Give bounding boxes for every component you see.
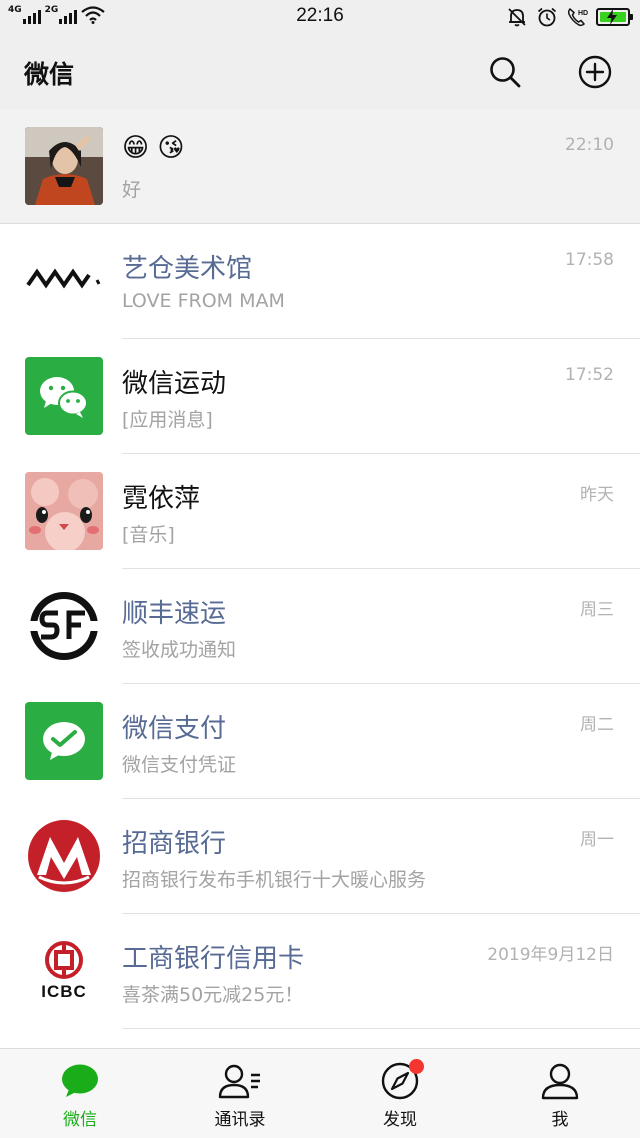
chat-bubble-icon bbox=[58, 1061, 102, 1101]
page-title: 微信 bbox=[24, 60, 75, 89]
chat-row[interactable]: 艺仓美术馆 LOVE FROM MAM 17:58 bbox=[0, 224, 640, 339]
chat-bubbles-icon bbox=[40, 377, 88, 418]
search-icon bbox=[490, 57, 521, 88]
person-icon bbox=[538, 1061, 582, 1101]
mute-bell-icon bbox=[508, 8, 526, 27]
photo-avatar-image bbox=[25, 127, 103, 205]
plus-circle-icon bbox=[578, 55, 612, 89]
chat-time: 周一 bbox=[580, 830, 614, 850]
bottom-tab-bar: 微信 通讯录 发现 我 bbox=[0, 1048, 640, 1138]
chat-name: 顺丰速运 bbox=[122, 599, 227, 629]
chat-list: 😁 😘 好 22:10 艺仓美术馆 LOVE FROM MAM 17:58 微信… bbox=[0, 109, 640, 1048]
battery-icon bbox=[596, 8, 633, 26]
museum-logo-mark bbox=[26, 268, 101, 289]
search-button[interactable] bbox=[485, 52, 525, 92]
icbc-logo-text: ICBC bbox=[41, 982, 87, 1001]
chat-name: 招商银行 bbox=[122, 829, 227, 859]
museum-logo bbox=[25, 242, 103, 320]
contacts-icon bbox=[218, 1061, 262, 1101]
cmb-logo-mark bbox=[28, 820, 100, 892]
app-header: 微信 bbox=[0, 36, 640, 109]
chat-time: 2019年9月12日 bbox=[487, 945, 614, 965]
chat-name: 霓依萍 bbox=[122, 484, 201, 514]
svg-text:HD: HD bbox=[578, 10, 588, 17]
photo-avatar bbox=[25, 127, 103, 205]
sf-logo-mark bbox=[27, 592, 101, 660]
tab-label: 我 bbox=[551, 1110, 569, 1130]
chat-time: 17:58 bbox=[565, 250, 614, 270]
chat-name: 😁 😘 bbox=[122, 133, 185, 163]
cartoon-avatar bbox=[25, 472, 103, 550]
chat-time: 周三 bbox=[580, 600, 614, 620]
tab-contacts[interactable]: 通讯录 bbox=[160, 1049, 320, 1138]
charging-bolt-icon bbox=[607, 9, 617, 25]
icbc-logo-mark bbox=[45, 941, 83, 979]
chat-time: 昨天 bbox=[580, 485, 614, 505]
chat-name: 工商银行信用卡 bbox=[122, 944, 305, 974]
chat-preview: [应用消息] bbox=[122, 409, 213, 431]
chat-row[interactable]: 😁 😘 好 22:10 bbox=[0, 109, 640, 224]
chat-preview: 微信支付凭证 bbox=[122, 754, 237, 776]
chat-preview: 招商银行发布手机银行十大暖心服务 bbox=[122, 869, 427, 891]
notification-dot bbox=[409, 1059, 424, 1074]
chat-preview: 好 bbox=[122, 179, 142, 201]
tab-label: 通讯录 bbox=[214, 1110, 266, 1130]
tab-discover[interactable]: 发现 bbox=[320, 1049, 480, 1138]
chat-time: 17:52 bbox=[565, 365, 614, 385]
chat-preview: 签收成功通知 bbox=[122, 639, 237, 661]
compass-icon bbox=[378, 1059, 424, 1101]
chat-row[interactable]: 招商银行 招商银行发布手机银行十大暖心服务 周一 bbox=[0, 799, 640, 914]
chat-row[interactable]: 微信运动 [应用消息] 17:52 bbox=[0, 339, 640, 454]
status-icons: HD bbox=[506, 6, 633, 28]
icbc-logo: ICBC bbox=[25, 932, 103, 1010]
chat-row[interactable]: 霓依萍 [音乐] 昨天 bbox=[0, 454, 640, 569]
chat-preview: LOVE FROM MAM bbox=[122, 290, 285, 312]
chat-time: 22:10 bbox=[565, 135, 614, 155]
cartoon-face-image bbox=[25, 472, 103, 550]
tab-me[interactable]: 我 bbox=[480, 1049, 640, 1138]
chat-preview: 喜茶满50元减25元！ bbox=[122, 984, 304, 1006]
add-button[interactable] bbox=[575, 52, 615, 92]
pay-bubble-icon bbox=[43, 722, 85, 760]
chat-name: 微信运动 bbox=[122, 369, 227, 399]
chat-preview: [音乐] bbox=[122, 524, 175, 546]
hd-call-icon: HD bbox=[567, 7, 588, 27]
status-bar: 4G 2G 22:16 HD bbox=[0, 0, 640, 36]
tab-label: 微信 bbox=[63, 1110, 97, 1130]
chat-time: 周二 bbox=[580, 715, 614, 735]
cmb-logo bbox=[25, 817, 103, 895]
sf-express-logo bbox=[25, 587, 103, 665]
chat-row[interactable]: 顺丰速运 签收成功通知 周三 bbox=[0, 569, 640, 684]
chat-row[interactable]: 微信支付 微信支付凭证 周二 bbox=[0, 684, 640, 799]
wechat-sport-icon bbox=[25, 357, 103, 435]
chat-row[interactable]: ICBC 工商银行信用卡 喜茶满50元减25元！ 2019年9月12日 bbox=[0, 914, 640, 1029]
tab-chats[interactable]: 微信 bbox=[0, 1049, 160, 1138]
chat-name: 艺仓美术馆 bbox=[122, 254, 253, 284]
wechat-pay-icon bbox=[25, 702, 103, 780]
alarm-icon bbox=[537, 7, 557, 27]
tab-label: 发现 bbox=[383, 1110, 417, 1130]
chat-name: 微信支付 bbox=[122, 714, 227, 744]
